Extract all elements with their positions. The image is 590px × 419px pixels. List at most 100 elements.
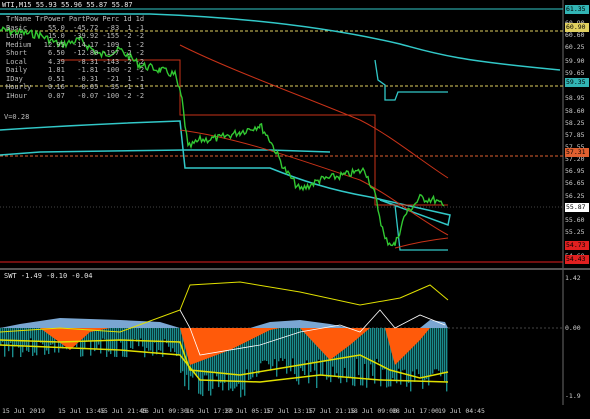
stats-cell: -2 [135,66,145,74]
histogram-bar [102,328,104,339]
stats-row: Basic 55.0 -45.72 -83 1 -1 [4,24,146,33]
price-marker-label: 54.43 [565,255,589,264]
histogram-bar [106,328,108,357]
stats-row: Short 6.50 -12.80 -197 -2 -2 [4,49,146,58]
histogram-bar [138,328,140,347]
histogram-bar [372,328,374,376]
time-tick-label: 18 Jul 09:00 [350,407,397,415]
stats-cell: 6.50 [47,49,65,57]
histogram-bar [382,328,384,370]
stats-cell: 1 [127,40,132,49]
time-tick-label: 15 Jul 2019 [2,407,46,415]
price-marker-label: 55.87 [565,203,589,212]
histogram-bar [374,328,376,384]
oscillator-pane[interactable]: 1.42 0.00 -1.9 [0,270,590,405]
price-tick-label: 58.60 [565,106,585,115]
trend-line-cyan [374,59,448,101]
stats-cell: -0.07 [77,91,99,100]
histogram-bar [300,328,302,369]
price-chart-pane[interactable]: WTI,M15 55.93 55.96 55.87 55.87 TrName Tr… [0,0,590,268]
time-axis[interactable]: 15 Jul 2019 15 Jul 13:45 15 Jul 21:45 16 Ju… [0,405,590,419]
histogram-bar [168,328,170,347]
histogram-bar [0,328,2,345]
histogram-bar [368,328,370,380]
histogram-bar [122,328,124,357]
stats-cell: -35 [106,83,120,91]
histogram-bar [148,328,150,351]
price-tick-label: 60.25 [565,43,585,52]
stats-cell: -21 [106,74,120,83]
histogram-bar [370,328,372,365]
stats-cell: -45.72 [73,23,99,32]
stats-cell: -109 [102,40,120,49]
histogram-bar [146,328,148,348]
histogram-bar [94,328,96,352]
histogram-bar [118,328,120,341]
stats-cell: 12.95 [43,40,65,49]
oscillator-tick-label: -1.9 [565,392,581,400]
price-tick-label: 59.90 [565,56,585,65]
stats-cell: -2 [135,49,145,57]
histogram-bar [172,328,174,349]
stats-cell: Hourly [6,83,32,91]
stats-cell: -1 [135,23,145,32]
stats-cell: 0.16 [47,83,65,91]
histogram-bar [28,328,30,352]
histogram-bar [170,328,172,352]
trend-line-red [179,44,449,179]
histogram-bar [134,328,136,340]
histogram-bar [274,328,276,360]
histogram-bar [150,328,152,351]
stats-cell: Daily [6,66,28,74]
histogram-bar [294,328,296,375]
histogram-bar [142,328,144,347]
histogram-bar [278,328,280,362]
histogram-bar [434,328,436,370]
histogram-bar [32,328,34,356]
histogram-bar [430,328,432,376]
histogram-bar [144,328,146,358]
histogram-bar [426,328,428,380]
stats-row: Medium 12.95 -14.17 -109 1 -2 [4,41,146,50]
oscillator-tick-label: 1.42 [565,274,581,282]
stats-cell: -14.17 [73,40,99,49]
stats-cell: -0.05 [77,83,99,91]
histogram-bar [298,328,300,385]
histogram-bar [284,328,286,359]
histogram-bar [288,328,290,366]
time-tick-label: 15 Jul 21:45 [100,407,147,415]
oscillator-tick-label: 0.00 [565,324,581,332]
stats-cell: -143 [102,57,120,66]
histogram-bar [116,328,118,358]
histogram-bar [268,328,270,365]
histogram-bar [6,328,8,346]
stats-header-cell: PartPow [68,15,99,23]
stats-header-cell: Perc [102,15,120,23]
stats-row: Local 4.39 -8.31 -143 -2 -2 [4,58,146,67]
histogram-bar [26,328,28,351]
stats-row: Daily 1.81 -1.81 -100 -2 -2 [4,66,146,75]
stats-header-cell: 1d [135,15,145,23]
price-tick-label: 60.60 [565,31,585,40]
stats-cell: Medium [6,40,32,49]
histogram-bar [424,328,426,381]
stats-cell: -2 [123,32,132,40]
trend-stats-table: TrName TrPower PartPow Perc 1d 1d Basic 55.0 -4… [4,15,146,100]
stats-cell: Local [6,57,28,66]
stats-cell: IHour [6,91,28,100]
histogram-bar [124,328,126,357]
stats-cell: -155 [102,32,120,40]
histogram-bar [90,328,92,356]
stats-row: Long 15.0 -39.92 -155 -2 -2 [4,32,146,41]
histogram-bar [34,328,36,353]
histogram-bar [20,328,22,358]
price-tick-label: 56.95 [565,166,585,175]
stats-cell: -1 [135,74,145,83]
oscillator-title: SWT -1.49 -0.10 -0.04 [4,272,93,280]
histogram-bar [128,328,130,342]
time-tick-label: 17 Jul 13:15 [266,407,313,415]
histogram-bar [114,328,116,357]
histogram-bar [436,328,438,370]
histogram-bar [174,328,176,353]
price-marker-label: 60.90 [565,23,589,32]
